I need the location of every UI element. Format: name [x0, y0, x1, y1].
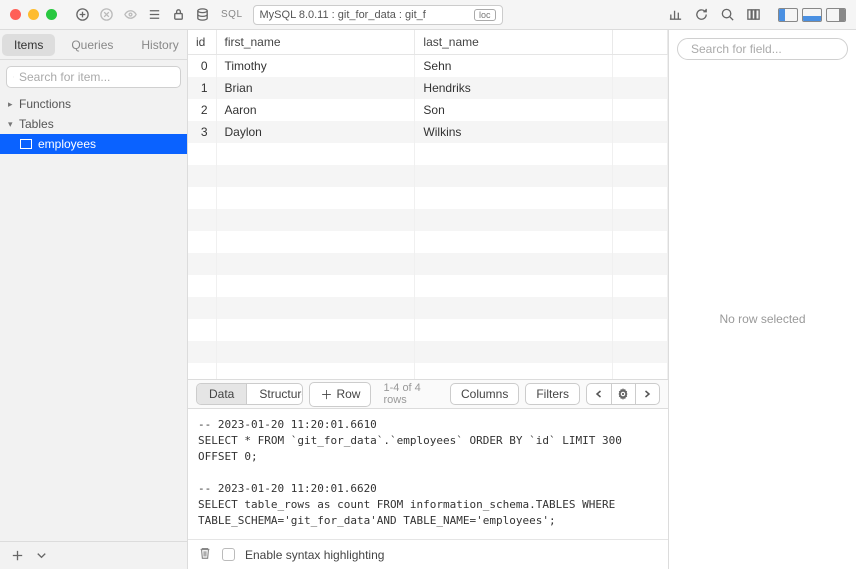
inspector-empty-state: No row selected	[669, 68, 856, 569]
grid-toolbar: DataStructure ＋ Row 1-4 of 4 rows Column…	[188, 379, 668, 409]
table-row-empty	[188, 275, 668, 297]
sidebar-search[interactable]	[6, 66, 181, 88]
inspector-search[interactable]	[677, 38, 848, 60]
toggle-right-panel[interactable]	[826, 8, 846, 22]
query-console[interactable]: -- 2023-01-20 11:20:01.6610 SELECT * FRO…	[188, 409, 668, 539]
table-row-empty	[188, 319, 668, 341]
syntax-highlight-checkbox[interactable]	[222, 548, 235, 561]
prev-page[interactable]	[587, 384, 611, 404]
add-row-button[interactable]: ＋ Row	[309, 382, 371, 407]
dropdown-icon[interactable]	[32, 547, 50, 565]
titlebar: SQL MySQL 8.0.11 : git_for_data : git_f …	[0, 0, 856, 30]
schema-tree: ▸Functions▾Tablesemployees	[0, 94, 187, 541]
sidebar-tab-items[interactable]: Items	[2, 34, 55, 56]
columns-icon[interactable]	[744, 6, 762, 24]
table-row-empty	[188, 231, 668, 253]
plus-icon: ＋	[320, 386, 332, 403]
columns-button[interactable]: Columns	[450, 383, 519, 405]
table-row-empty	[188, 187, 668, 209]
add-row-label: Row	[336, 387, 360, 401]
next-page[interactable]	[635, 384, 659, 404]
table-row[interactable]: 2AaronSon	[188, 99, 668, 121]
chevron-icon: ▾	[8, 119, 16, 130]
add-icon[interactable]	[8, 547, 26, 565]
table-row-empty	[188, 165, 668, 187]
sidebar-search-input[interactable]	[19, 70, 174, 84]
filters-button[interactable]: Filters	[525, 383, 580, 405]
table-row[interactable]: 0TimothySehn	[188, 55, 668, 78]
main-content: ItemsQueriesHistory ▸Functions▾Tablesemp…	[0, 30, 856, 569]
close-window[interactable]	[10, 9, 21, 20]
refresh-icon[interactable]	[692, 6, 710, 24]
new-tab-icon[interactable]	[73, 6, 91, 24]
inspector-search-input[interactable]	[691, 42, 846, 56]
console-footer: Enable syntax highlighting	[188, 539, 668, 569]
lock-icon[interactable]	[169, 6, 187, 24]
inspector-panel: No row selected	[668, 30, 856, 569]
cancel-icon[interactable]	[97, 6, 115, 24]
table-row-empty	[188, 297, 668, 319]
search-icon[interactable]	[718, 6, 736, 24]
eye-icon[interactable]	[121, 6, 139, 24]
list-icon[interactable]	[145, 6, 163, 24]
tree-group-functions[interactable]: ▸Functions	[0, 94, 187, 114]
database-icon[interactable]	[193, 6, 211, 24]
connection-text: MySQL 8.0.11 : git_for_data : git_f	[260, 9, 426, 21]
minimize-window[interactable]	[28, 9, 39, 20]
sql-badge: SQL	[217, 9, 247, 20]
toggle-bottom-panel[interactable]	[802, 8, 822, 22]
panel-toggles	[778, 8, 846, 22]
view-mode-segment: DataStructure	[196, 383, 303, 405]
zoom-window[interactable]	[46, 9, 57, 20]
connection-selector[interactable]: MySQL 8.0.11 : git_for_data : git_f loc	[253, 5, 503, 25]
table-row-empty	[188, 209, 668, 231]
search-icon	[13, 71, 14, 83]
table-row[interactable]: 1BrianHendriks	[188, 77, 668, 99]
loc-badge: loc	[474, 9, 496, 21]
sidebar-tab-queries[interactable]: Queries	[59, 34, 125, 56]
row-count-info: 1-4 of 4 rows	[377, 382, 444, 406]
page-settings[interactable]	[611, 384, 635, 404]
sidebar-footer	[0, 541, 187, 569]
data-table: idfirst_namelast_name0TimothySehn1BrianH…	[188, 30, 668, 379]
syntax-highlight-label: Enable syntax highlighting	[245, 548, 384, 562]
sidebar-tab-history[interactable]: History	[129, 34, 190, 56]
column-header[interactable]: id	[188, 30, 216, 55]
sidebar: ItemsQueriesHistory ▸Functions▾Tablesemp…	[0, 30, 188, 569]
chart-icon[interactable]	[666, 6, 684, 24]
table-row-empty	[188, 341, 668, 363]
table-row[interactable]: 3DaylonWilkins	[188, 121, 668, 143]
table-row-empty	[188, 253, 668, 275]
page-nav	[586, 383, 660, 405]
data-grid[interactable]: idfirst_namelast_name0TimothySehn1BrianH…	[188, 30, 668, 379]
chevron-icon: ▸	[8, 99, 16, 110]
table-row-empty	[188, 143, 668, 165]
sidebar-tabs: ItemsQueriesHistory	[0, 30, 187, 60]
view-mode-structure[interactable]: Structure	[246, 384, 303, 404]
center-panel: idfirst_namelast_name0TimothySehn1BrianH…	[188, 30, 668, 569]
tree-item-employees[interactable]: employees	[0, 134, 187, 154]
column-header[interactable]: last_name	[415, 30, 612, 55]
table-row-empty	[188, 363, 668, 379]
tree-group-tables[interactable]: ▾Tables	[0, 114, 187, 134]
table-icon	[20, 139, 32, 149]
view-mode-data[interactable]: Data	[197, 384, 246, 404]
toggle-left-panel[interactable]	[778, 8, 798, 22]
clear-console-icon[interactable]	[198, 546, 212, 563]
column-header[interactable]: first_name	[216, 30, 415, 55]
window-controls	[10, 9, 57, 20]
